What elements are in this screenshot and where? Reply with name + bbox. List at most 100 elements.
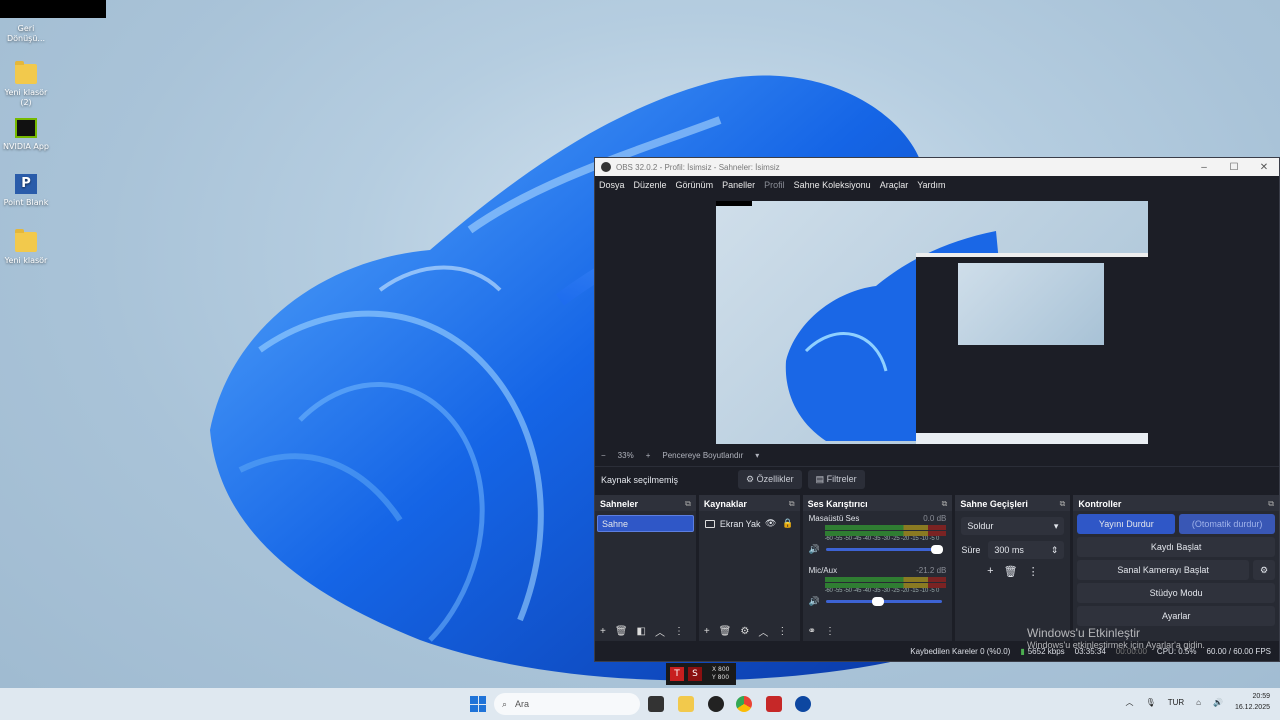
menu-scene-collection[interactable]: Sahne Koleksiyonu [794,180,871,190]
desktop-icon-new-folder[interactable]: Yeni klasör [0,229,52,266]
lock-icon[interactable]: 🔒 [782,518,793,529]
no-source-label: Kaynak seçilmemiş [601,474,679,485]
undock-icon[interactable]: ⧉ [685,499,691,508]
desktop-icon-nvidia-app[interactable]: NVIDIA App [0,118,52,152]
network-icon[interactable]: ⌂ [1196,698,1201,707]
menu-profile[interactable]: Profil [764,180,785,190]
auto-stop-button[interactable]: (Otomatik durdur) [1179,514,1275,534]
add-icon[interactable]: + [600,626,606,637]
app-icon[interactable] [708,696,724,712]
desktop-icon-recycle-bin[interactable]: Geri Dönüşü... [0,12,52,44]
slider-knob[interactable] [930,545,943,554]
menu-docks[interactable]: Paneller [722,180,755,190]
preview-canvas [716,201,1148,444]
obs-taskbar-icon[interactable] [795,696,811,712]
slider-knob[interactable] [872,597,885,606]
chevron-up-icon[interactable]: ︿ [655,624,665,639]
start-recording-button[interactable]: Kaydı Başlat [1077,537,1275,557]
more-icon[interactable]: ⋮ [825,626,835,637]
game-icon[interactable] [766,696,782,712]
menu-bar: Dosya Düzenle Görünüm Paneller Profil Sa… [595,176,1279,194]
menu-view[interactable]: Görünüm [676,180,714,190]
volume-meter [824,577,947,582]
spinner-icon[interactable]: ⇕ [1051,545,1059,555]
start-button[interactable] [470,696,486,712]
chevron-up-icon[interactable]: ︿ [758,624,768,639]
gear-icon[interactable]: ⚙ [740,626,749,637]
transitions-dock: Sahne Geçişleri ⧉ Soldur ▾ Süre 300 ms ⇕ + 🗑… [955,495,1071,641]
title-bar[interactable]: OBS 32.0.2 - Profil: İsimsiz - Sahneler:… [595,158,1279,176]
chevron-down-icon: ▾ [1053,521,1059,531]
volume-slider[interactable]: 🔊 [809,596,947,607]
undock-icon[interactable]: ⧉ [1268,499,1274,508]
volume-slider[interactable]: 🔊 [809,544,947,555]
speaker-icon[interactable]: 🔊 [809,596,820,607]
gear-icon[interactable]: ⚙ [1252,560,1275,580]
filter-icon: ▤ [815,474,827,484]
preview-taskbar [916,433,1148,444]
chevron-up-icon[interactable]: ︿ [1126,697,1134,708]
menu-tools[interactable]: Araçlar [880,180,909,190]
volume-icon[interactable]: 🔊 [1213,698,1223,707]
filter-icon[interactable]: ◧ [637,626,646,637]
zoom-in-button[interactable]: + [646,451,651,460]
menu-file[interactable]: Dosya [599,180,625,190]
preview-area[interactable] [595,194,1279,446]
undock-icon[interactable]: ⧉ [789,499,795,508]
zoom-out-button[interactable]: − [601,451,606,460]
virtual-camera-button[interactable]: Sanal Kamerayı Başlat [1077,560,1249,580]
undock-icon[interactable]: ⧉ [942,499,948,508]
properties-button[interactable]: ⚙ Özellikler [738,470,802,489]
studio-mode-button[interactable]: Stüdyo Modu [1077,583,1275,603]
chevron-down-icon[interactable]: ▾ [755,451,759,460]
trash-icon[interactable]: 🗑 [615,626,628,637]
desktop-icon-label: Point Blank [3,198,49,207]
stop-stream-button[interactable]: Yayını Durdur [1077,514,1176,534]
add-icon[interactable]: + [704,626,710,637]
fps: 60.00 / 60.00 FPS [1206,646,1272,656]
zoom-mode[interactable]: Pencereye Boyutlandır [662,451,743,460]
mixer-channel: Masaüstü Ses 0.0 dB -60 -55 -50 -45 -40 -… [803,511,953,555]
duration-input[interactable]: 300 ms ⇕ [988,541,1065,559]
duration-label: Süre [961,545,981,555]
desktop-icon-point-blank[interactable]: P Point Blank [0,174,52,208]
task-view-icon[interactable] [648,696,664,712]
undock-icon[interactable]: ⧉ [1060,499,1066,508]
speaker-icon[interactable]: 🔊 [809,544,820,555]
minimize-button[interactable]: – [1189,162,1219,173]
scene-item[interactable]: Sahne [597,515,694,532]
search-box[interactable]: ⌕ Ara [494,693,640,715]
source-item[interactable]: Ekran Yak 👁 🔒 [704,515,794,532]
properties-label: Özellikler [756,474,794,484]
system-tray: ︿ 🎙 TUR ⌂ 🔊 20:59 16.12.2025 [1114,691,1270,713]
transitions-title: Sahne Geçişleri [960,499,1028,509]
menu-edit[interactable]: Düzenle [634,180,667,190]
volume-meter [824,525,947,530]
controls-title: Kontroller [1078,499,1122,509]
add-icon[interactable]: + [987,565,993,578]
more-icon[interactable]: ⋮ [1028,565,1039,578]
eye-icon[interactable]: 👁 [765,518,776,529]
microphone-icon[interactable]: 🎙 [1146,698,1156,707]
trash-icon[interactable]: 🗑 [719,626,732,637]
settings-button[interactable]: Ayarlar [1077,606,1275,626]
link-icon[interactable]: ⚭ [808,626,816,637]
clock[interactable]: 20:59 16.12.2025 [1235,691,1270,713]
language-indicator[interactable]: TUR [1168,698,1184,707]
more-icon[interactable]: ⋮ [777,626,787,637]
mixer-title: Ses Karıştırıcı [807,499,868,509]
meter-scale: -60 -55 -50 -45 -40 -35 -30 -25 -20 -15 … [824,536,940,542]
desktop-icon-new-folder-2[interactable]: Yeni klasör (2) [0,61,52,108]
file-explorer-icon[interactable] [678,696,694,712]
trash-icon[interactable]: 🗑 [1004,565,1018,578]
transition-select[interactable]: Soldur ▾ [961,517,1065,535]
close-button[interactable]: ✕ [1249,162,1279,173]
scenes-toolbar: + 🗑 ◧ ︿ ⋮ [595,621,696,641]
more-icon[interactable]: ⋮ [674,626,684,637]
menu-help[interactable]: Yardım [917,180,945,190]
recorder-overlay: T S X 800 Y 800 [666,663,736,685]
chrome-icon[interactable] [736,696,752,712]
filters-button[interactable]: ▤ Filtreler [807,470,865,489]
maximize-button[interactable]: ☐ [1219,162,1249,173]
controls-dock: Kontroller ⧉ Yayını Durdur (Otomatik durd… [1073,495,1279,641]
